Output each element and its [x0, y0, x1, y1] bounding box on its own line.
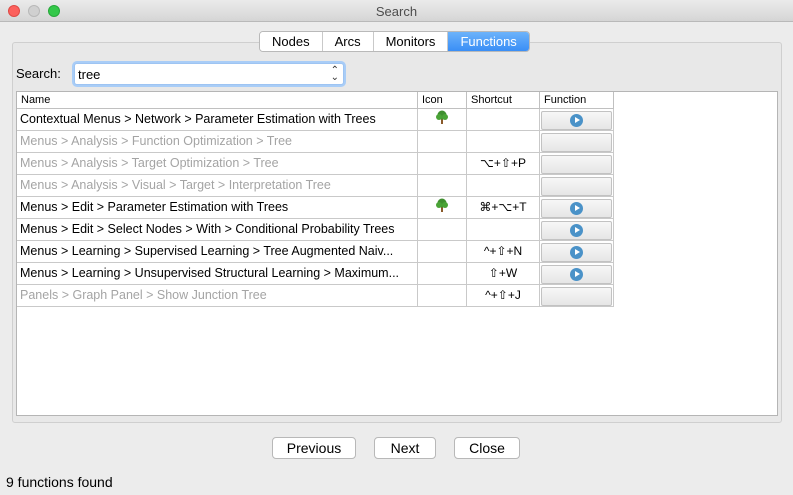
play-icon	[570, 245, 583, 259]
row-icon-cell	[418, 109, 467, 131]
row-icon-cell	[418, 263, 467, 285]
table-body: Contextual Menus > Network > Parameter E…	[17, 109, 614, 307]
row-icon-cell	[418, 131, 467, 153]
table-row[interactable]: Menus > Analysis > Target Optimization >…	[17, 153, 614, 175]
row-name: Menus > Analysis > Visual > Target > Int…	[17, 175, 418, 197]
tree-icon	[434, 197, 450, 219]
row-function-cell	[540, 263, 614, 285]
run-function-button[interactable]	[541, 198, 612, 218]
table-row[interactable]: Menus > Learning > Supervised Learning >…	[17, 241, 614, 263]
row-shortcut	[467, 131, 540, 153]
title-bar: Search	[0, 0, 793, 22]
play-icon	[570, 201, 583, 215]
row-shortcut: ⌘+⌥+T	[467, 197, 540, 219]
column-header-name[interactable]: Name	[17, 92, 418, 109]
tree-icon	[434, 109, 450, 131]
tab-nodes[interactable]: Nodes	[260, 32, 322, 51]
play-icon	[570, 223, 583, 237]
run-function-button[interactable]	[541, 220, 612, 240]
column-header-icon[interactable]: Icon	[418, 92, 467, 109]
row-icon-cell	[418, 153, 467, 175]
row-shortcut	[467, 175, 540, 197]
row-name: Menus > Analysis > Function Optimization…	[17, 131, 418, 153]
row-function-cell	[540, 285, 614, 307]
previous-button[interactable]: Previous	[272, 437, 356, 459]
run-function-button	[541, 176, 612, 196]
play-icon	[570, 267, 583, 281]
table-row[interactable]: Menus > Learning > Unsupervised Structur…	[17, 263, 614, 285]
tab-monitors[interactable]: Monitors	[372, 32, 448, 51]
next-button[interactable]: Next	[374, 437, 436, 459]
row-function-cell	[540, 197, 614, 219]
table-row[interactable]: Menus > Analysis > Visual > Target > Int…	[17, 175, 614, 197]
row-name: Panels > Graph Panel > Show Junction Tre…	[17, 285, 418, 307]
run-function-button	[541, 154, 612, 174]
row-function-cell	[540, 219, 614, 241]
tab-arcs[interactable]: Arcs	[321, 32, 373, 51]
column-header-shortcut[interactable]: Shortcut	[467, 92, 540, 109]
table-row[interactable]: Menus > Edit > Parameter Estimation with…	[17, 197, 614, 219]
row-shortcut: ^+⇧+N	[467, 241, 540, 263]
row-function-cell	[540, 153, 614, 175]
table-row[interactable]: Panels > Graph Panel > Show Junction Tre…	[17, 285, 614, 307]
search-combo[interactable]: ⌃⌄	[74, 63, 344, 85]
combo-arrows-icon[interactable]: ⌃ ⌄	[331, 66, 339, 83]
row-icon-cell	[418, 219, 467, 241]
row-name: Menus > Learning > Supervised Learning >…	[17, 241, 418, 263]
row-name: Menus > Edit > Parameter Estimation with…	[17, 197, 418, 219]
row-function-cell	[540, 175, 614, 197]
row-shortcut	[467, 219, 540, 241]
row-function-cell	[540, 131, 614, 153]
search-input[interactable]	[78, 66, 318, 82]
row-function-cell	[540, 109, 614, 131]
row-name: Menus > Learning > Unsupervised Structur…	[17, 263, 418, 285]
row-name: Menus > Edit > Select Nodes > With > Con…	[17, 219, 418, 241]
run-function-button[interactable]	[541, 264, 612, 284]
row-icon-cell	[418, 285, 467, 307]
row-icon-cell	[418, 175, 467, 197]
row-function-cell	[540, 241, 614, 263]
tab-functions[interactable]: Functions	[447, 32, 529, 51]
table-header: Name Icon Shortcut Function	[17, 92, 614, 109]
column-header-function[interactable]: Function	[540, 92, 614, 109]
table-row[interactable]: Contextual Menus > Network > Parameter E…	[17, 109, 614, 131]
run-function-button	[541, 286, 612, 306]
row-icon-cell	[418, 241, 467, 263]
row-shortcut: ⇧+W	[467, 263, 540, 285]
row-shortcut: ^+⇧+J	[467, 285, 540, 307]
row-shortcut	[467, 109, 540, 131]
search-label: Search:	[16, 66, 61, 81]
window-title: Search	[375, 4, 418, 19]
row-name: Contextual Menus > Network > Parameter E…	[17, 109, 418, 131]
play-icon	[570, 113, 583, 127]
status-text: 9 functions found	[6, 474, 113, 490]
run-function-button[interactable]	[541, 242, 612, 262]
row-icon-cell	[418, 197, 467, 219]
close-button[interactable]: Close	[454, 437, 520, 459]
row-name: Menus > Analysis > Target Optimization >…	[17, 153, 418, 175]
run-function-button[interactable]	[541, 110, 612, 130]
tab-bar: Nodes Arcs Monitors Functions	[259, 31, 530, 52]
run-function-button	[541, 132, 612, 152]
row-shortcut: ⌥+⇧+P	[467, 153, 540, 175]
table-row[interactable]: Menus > Analysis > Function Optimization…	[17, 131, 614, 153]
functions-table[interactable]: Name Icon Shortcut Function Contextual M…	[16, 91, 778, 416]
table-row[interactable]: Menus > Edit > Select Nodes > With > Con…	[17, 219, 614, 241]
